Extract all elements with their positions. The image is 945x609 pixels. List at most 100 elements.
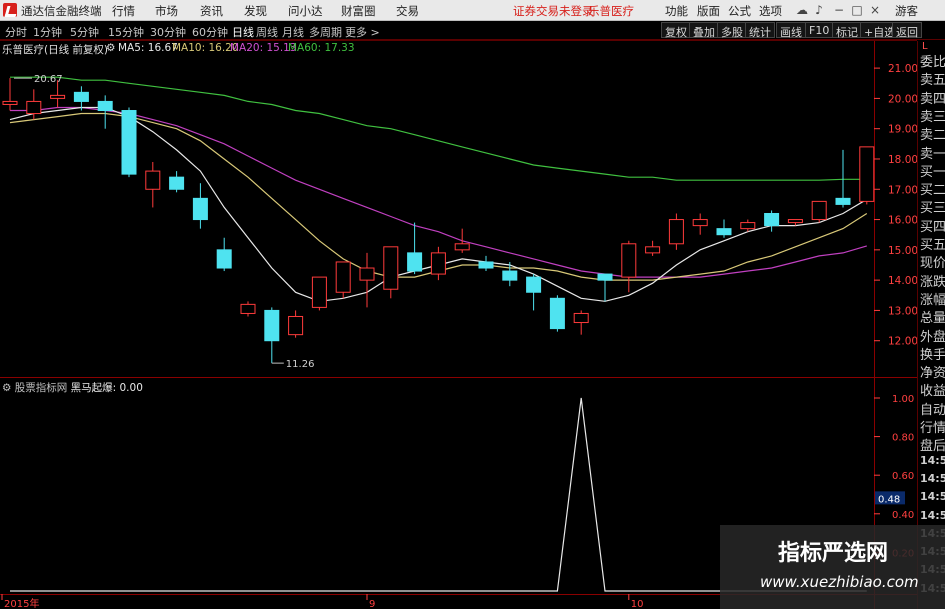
candle[interactable] xyxy=(240,301,256,317)
panel-item[interactable]: 委比 xyxy=(920,51,945,70)
candle-body-down xyxy=(216,249,232,269)
candle[interactable] xyxy=(454,228,470,253)
panel-item[interactable]: 盘后 xyxy=(920,435,945,454)
candle[interactable] xyxy=(73,86,89,111)
panel-item[interactable]: 涨幅 xyxy=(920,289,945,308)
candle[interactable] xyxy=(121,107,137,178)
price-axis-label: 12.00 xyxy=(888,336,918,348)
candle[interactable] xyxy=(597,273,613,302)
indicator-axis-label: 1.00 xyxy=(892,394,914,405)
panel-item[interactable]: 卖四 xyxy=(920,88,945,107)
candle[interactable] xyxy=(549,295,565,332)
watermark-title: 指标严选网 xyxy=(778,541,889,566)
candle[interactable] xyxy=(97,95,113,129)
panel-item[interactable]: 14:50 xyxy=(920,472,945,485)
candle-body-down xyxy=(526,276,542,293)
candle[interactable] xyxy=(478,255,494,272)
candle[interactable] xyxy=(407,222,423,275)
candle[interactable] xyxy=(2,78,18,111)
price-chart[interactable]: 21.00 20.00 19.00 18.00 17.00 16.00 15.00 14.00… xyxy=(0,0,945,609)
candle[interactable] xyxy=(573,310,589,335)
panel-item[interactable]: 现价 xyxy=(920,252,945,271)
candle-body-down xyxy=(407,252,423,272)
candle-body-up xyxy=(740,222,756,230)
candle-body-up xyxy=(573,312,589,324)
candle[interactable] xyxy=(811,200,827,223)
date-axis-label: 9 xyxy=(369,599,375,609)
candle[interactable] xyxy=(335,261,351,299)
candle[interactable] xyxy=(668,213,684,250)
high-price-label: 20.67 xyxy=(34,74,63,85)
candle[interactable] xyxy=(264,307,280,364)
candle-body-down xyxy=(502,270,518,281)
candle-body-up xyxy=(311,276,327,308)
candle[interactable] xyxy=(169,171,185,193)
candle-body-up xyxy=(454,243,470,251)
candle-body-up xyxy=(430,252,446,275)
candle[interactable] xyxy=(835,149,851,208)
candle[interactable] xyxy=(311,276,327,311)
watermark-url: www.xuezhibiao.com xyxy=(760,573,919,591)
panel-item[interactable]: 买三 xyxy=(920,197,945,216)
panel-item[interactable]: 净资 xyxy=(920,362,945,381)
price-axis-label: 15.00 xyxy=(888,245,918,257)
panel-item[interactable]: 自动 xyxy=(920,399,945,418)
panel-item[interactable]: 外盘 xyxy=(920,326,945,345)
candle-body-up xyxy=(288,315,304,336)
indicator-axis-label: 0.60 xyxy=(892,471,914,482)
price-axis-label: 21.00 xyxy=(888,63,918,75)
candle-body-down xyxy=(764,213,780,227)
panel-item[interactable]: 卖五 xyxy=(920,69,945,88)
indicator-axis-label: 0.80 xyxy=(892,433,914,444)
watermark: 指标严选网 www.xuezhibiao.com xyxy=(720,525,945,609)
date-axis-label: 2015年 xyxy=(4,597,39,609)
indicator-name: 黑马起爆 xyxy=(70,382,113,394)
candle[interactable] xyxy=(359,252,375,308)
panel-item[interactable]: 买四 xyxy=(920,216,945,235)
panel-item[interactable]: 14:50 xyxy=(920,454,945,467)
panel-item[interactable]: 买五 xyxy=(920,234,945,253)
panel-item[interactable]: 卖二 xyxy=(920,124,945,143)
price-axis-label: 19.00 xyxy=(888,124,918,136)
candle[interactable] xyxy=(645,240,661,256)
indicator-label-row: ⚙ 股票指标网 黑马起爆: 0.00 xyxy=(2,382,143,394)
candle[interactable] xyxy=(692,213,708,235)
candle-body-up xyxy=(240,303,256,314)
price-axis-label: 17.00 xyxy=(888,184,918,196)
candle-body-down xyxy=(264,309,280,342)
candle-body-down xyxy=(597,273,613,281)
quote-side-panel: L 委比 卖五 卖四 卖三 卖二 卖一 买一 买二 买三 买四 买五 现价 涨跌 涨幅 总量 外盘 换手 净资 收益… xyxy=(917,41,945,609)
candle[interactable] xyxy=(288,310,304,338)
panel-item[interactable]: 卖一 xyxy=(920,143,945,162)
candle[interactable] xyxy=(502,261,518,287)
panel-item[interactable]: 行情 xyxy=(920,417,945,436)
panel-item[interactable]: 买二 xyxy=(920,179,945,198)
candle[interactable] xyxy=(192,183,208,229)
candle-body-up xyxy=(859,146,875,202)
candle[interactable] xyxy=(859,146,875,205)
indicator-value: 0.00 xyxy=(119,382,143,394)
candle[interactable] xyxy=(526,274,542,311)
candle[interactable] xyxy=(716,219,732,238)
candle-body-up xyxy=(668,219,684,245)
panel-item[interactable]: 买一 xyxy=(920,161,945,180)
panel-item[interactable]: 卖三 xyxy=(920,106,945,125)
price-axis-label: 13.00 xyxy=(888,305,918,317)
panel-item[interactable]: 涨跌 xyxy=(920,271,945,290)
candle-body-up xyxy=(787,219,803,224)
candle[interactable] xyxy=(216,237,232,272)
indicator-gear-icon[interactable]: ⚙ xyxy=(2,382,11,394)
panel-item[interactable]: 总量 xyxy=(920,307,945,326)
candle[interactable] xyxy=(145,162,161,208)
candle[interactable] xyxy=(764,210,780,232)
panel-item[interactable]: 收益 xyxy=(920,380,945,399)
panel-item[interactable]: 14:50 xyxy=(920,509,945,522)
candle[interactable] xyxy=(621,240,637,293)
candle[interactable] xyxy=(430,246,446,281)
panel-item[interactable]: 换手 xyxy=(920,344,945,363)
candle-body-down xyxy=(192,197,208,221)
candle-body-down xyxy=(549,297,565,330)
indicator-current-label: 0.48 xyxy=(878,494,900,505)
panel-item[interactable]: 14:50 xyxy=(920,490,945,503)
candle[interactable] xyxy=(383,246,399,299)
